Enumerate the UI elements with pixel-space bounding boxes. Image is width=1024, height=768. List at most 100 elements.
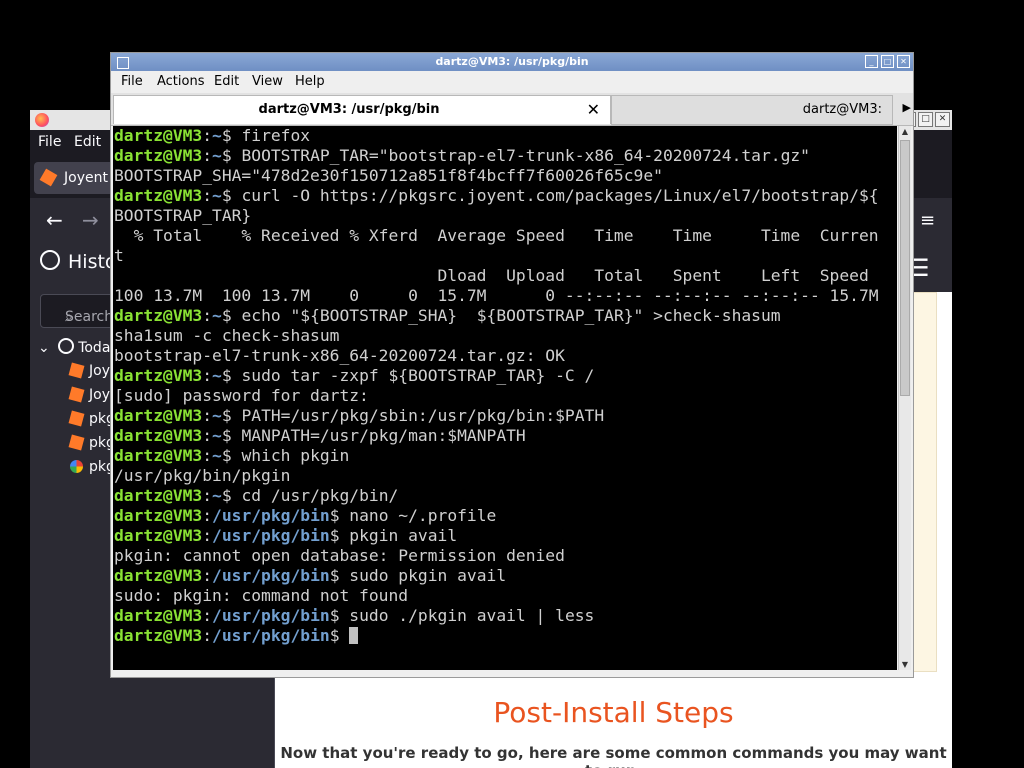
terminal-tabbar: dartz@VM3: /usr/pkg/bin ✕ dartz@VM3: ▶: [111, 93, 913, 126]
menu-view[interactable]: View: [252, 74, 283, 89]
app-menu-icon[interactable]: ≡: [920, 210, 935, 231]
prompt-user: dartz@VM3: [114, 606, 203, 625]
terminal-prompt-line: dartz@VM3:/usr/pkg/bin$ sudo pkgin avail: [114, 566, 507, 585]
scrollbar-thumb[interactable]: [900, 140, 910, 396]
browser-tab-label: Joyent: [64, 170, 108, 186]
terminal-menubar: File Actions Edit View Help: [111, 71, 913, 93]
chevron-down-icon: ⌄: [38, 340, 55, 356]
prompt-user: dartz@VM3: [114, 526, 203, 545]
terminal-prompt-line: dartz@VM3:~$ firefox: [114, 126, 311, 145]
terminal-prompt-line: dartz@VM3:~$ cd /usr/pkg/bin/: [114, 486, 399, 505]
prompt-user: dartz@VM3: [114, 446, 203, 465]
prompt-user: dartz@VM3: [114, 306, 203, 325]
terminal-output-line: BOOTSTRAP_TAR}: [114, 206, 252, 225]
terminal-title: dartz@VM3: /usr/pkg/bin: [435, 55, 589, 68]
terminal-prompt-line: dartz@VM3:~$ PATH=/usr/pkg/sbin:/usr/pkg…: [114, 406, 605, 425]
terminal-output[interactable]: dartz@VM3:~$ firefox dartz@VM3:~$ BOOTSTR…: [113, 126, 897, 670]
history-item[interactable]: pkg: [70, 459, 115, 481]
terminal-tab-active[interactable]: dartz@VM3: /usr/pkg/bin ✕: [113, 95, 611, 124]
history-item[interactable]: Joy: [68, 362, 110, 385]
prompt-path: ~: [212, 406, 222, 425]
terminal-prompt-line: dartz@VM3:~$ BOOTSTRAP_TAR="bootstrap-el…: [114, 146, 810, 165]
prompt-path: ~: [212, 306, 222, 325]
forward-icon[interactable]: →: [82, 208, 99, 232]
close-tab-icon[interactable]: ✕: [587, 100, 600, 119]
google-icon: [70, 460, 83, 473]
terminal-scrollbar[interactable]: ▲ ▼: [898, 126, 911, 670]
terminal-output-line: pkgin: cannot open database: Permission …: [114, 546, 565, 565]
history-group-today[interactable]: ⌄ Today: [38, 338, 119, 356]
terminal-output-line: sudo: pkgin: command not found: [114, 586, 409, 605]
prompt-user: dartz@VM3: [114, 426, 203, 445]
maximize-icon[interactable]: □: [881, 55, 894, 68]
history-item[interactable]: pkg: [68, 410, 115, 433]
prompt-path: /usr/pkg/bin: [212, 566, 330, 585]
history-item-label: Joy: [89, 387, 110, 403]
cursor: [349, 627, 359, 644]
package-icon: [68, 386, 85, 403]
terminal-prompt-line: dartz@VM3:~$ MANPATH=/usr/pkg/man:$MANPA…: [114, 426, 526, 445]
terminal-output-line: 100 13.7M 100 13.7M 0 0 15.7M 0 --:--:--…: [114, 286, 879, 305]
history-item[interactable]: pkg: [68, 434, 115, 457]
terminal-prompt-line: dartz@VM3:~$ echo "${BOOTSTRAP_SHA} ${BO…: [114, 306, 781, 325]
prompt-path: /usr/pkg/bin: [212, 626, 330, 645]
prompt-path: ~: [212, 446, 222, 465]
prompt-path: /usr/pkg/bin: [212, 606, 330, 625]
terminal-prompt-line: dartz@VM3:/usr/pkg/bin$ sudo ./pkgin ava…: [114, 606, 595, 625]
prompt-user: dartz@VM3: [114, 146, 203, 165]
prompt-user: dartz@VM3: [114, 126, 203, 145]
menu-actions[interactable]: Actions: [157, 74, 205, 89]
maximize-icon[interactable]: □: [918, 112, 933, 127]
firefox-icon: [35, 113, 49, 127]
prompt-user: dartz@VM3: [114, 186, 203, 205]
prompt-user: dartz@VM3: [114, 626, 203, 645]
terminal-output-line: sha1sum -c check-shasum: [114, 326, 340, 345]
terminal-output-line: BOOTSTRAP_SHA="478d2e30f150712a851f8f4bc…: [114, 166, 663, 185]
terminal-output-line: bootstrap-el7-trunk-x86_64-20200724.tar.…: [114, 346, 565, 365]
package-icon: [68, 362, 85, 379]
prompt-path: ~: [212, 126, 222, 145]
terminal-prompt-line: dartz@VM3:~$ which pkgin: [114, 446, 350, 465]
terminal-window: dartz@VM3: /usr/pkg/bin _ □ ✕ File Actio…: [110, 52, 914, 678]
prompt-path: ~: [212, 186, 222, 205]
menu-file[interactable]: File: [121, 74, 143, 89]
sidebar-header: Histo: [40, 250, 117, 273]
package-icon: [68, 410, 85, 427]
history-item[interactable]: Joy: [68, 386, 110, 409]
scroll-up-icon[interactable]: ▲: [899, 127, 911, 136]
menu-edit[interactable]: Edit: [214, 74, 239, 89]
terminal-window-controls: _ □ ✕: [865, 55, 910, 68]
back-icon[interactable]: ←: [46, 208, 63, 232]
terminal-output-line: /usr/pkg/bin/pkgin: [114, 466, 291, 485]
prompt-path: ~: [212, 426, 222, 445]
menu-help[interactable]: Help: [295, 74, 325, 89]
menu-file[interactable]: File: [38, 134, 61, 150]
terminal-prompt-line: dartz@VM3:~$ sudo tar -zxpf ${BOOTSTRAP_…: [114, 366, 595, 385]
prompt-user: dartz@VM3: [114, 406, 203, 425]
section-heading: Post-Install Steps: [493, 696, 734, 729]
terminal-prompt-line: dartz@VM3:/usr/pkg/bin$ nano ~/.profile: [114, 506, 497, 525]
terminal-tab-label: dartz@VM3:: [802, 102, 882, 117]
prompt-path: ~: [212, 146, 222, 165]
scroll-down-icon[interactable]: ▼: [899, 660, 911, 669]
terminal-output-line: t: [114, 246, 124, 265]
prompt-path: /usr/pkg/bin: [212, 506, 330, 525]
history-item-label: Joy: [89, 363, 110, 379]
tab-scroll-right-icon[interactable]: ▶: [903, 101, 911, 114]
terminal-tab[interactable]: dartz@VM3:: [611, 95, 893, 125]
joyent-icon: [39, 168, 58, 187]
minimize-icon[interactable]: _: [865, 55, 878, 68]
prompt-user: dartz@VM3: [114, 506, 203, 525]
prompt-path: ~: [212, 486, 222, 505]
terminal-prompt-line: dartz@VM3:/usr/pkg/bin$ pkgin avail: [114, 526, 458, 545]
terminal-prompt-line: dartz@VM3:/usr/pkg/bin$: [114, 626, 897, 646]
terminal-tab-label: dartz@VM3: /usr/pkg/bin: [258, 102, 440, 117]
terminal-output-line: Dload Upload Total Spent Left Speed: [114, 266, 869, 285]
close-icon[interactable]: ✕: [897, 55, 910, 68]
prompt-path: ~: [212, 366, 222, 385]
menu-edit[interactable]: Edit: [74, 134, 101, 150]
terminal-titlebar[interactable]: dartz@VM3: /usr/pkg/bin _ □ ✕: [111, 53, 913, 71]
package-icon: [68, 434, 85, 451]
close-icon[interactable]: ✕: [935, 112, 950, 127]
section-text: Now that you're ready to go, here are so…: [280, 744, 947, 768]
